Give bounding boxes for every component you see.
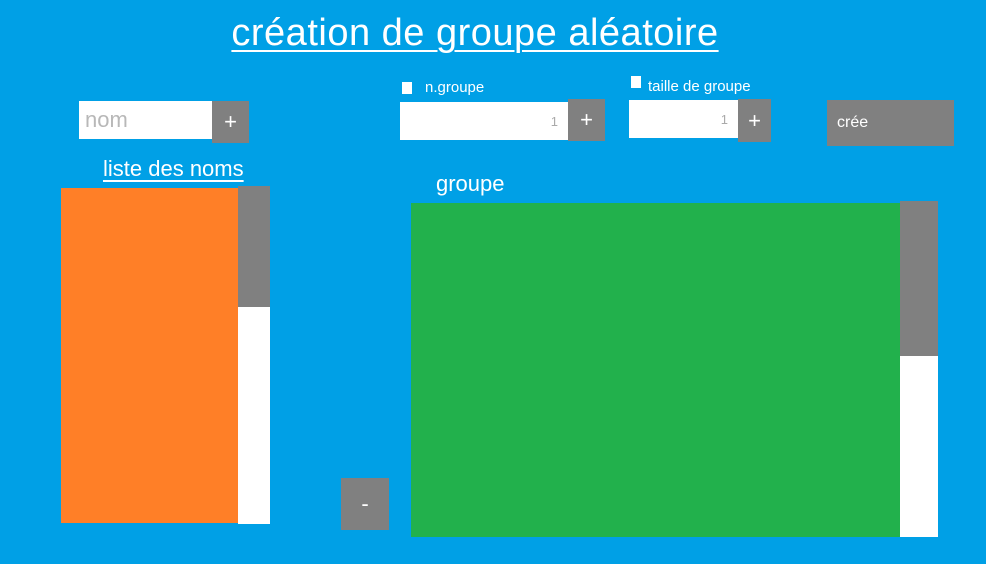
groups-panel[interactable] [411, 203, 901, 537]
names-list-scroll-thumb[interactable] [238, 186, 270, 307]
create-button[interactable]: crée [827, 100, 954, 146]
group-count-label: n.groupe [425, 79, 485, 96]
groups-panel-scroll-thumb[interactable] [900, 201, 938, 356]
group-size-input[interactable] [629, 100, 738, 138]
group-size-increment-button[interactable]: + [738, 99, 771, 142]
name-input[interactable] [79, 101, 212, 139]
group-count-input[interactable] [400, 102, 568, 140]
names-list-heading: liste des noms [103, 156, 244, 181]
group-count-increment-button[interactable]: + [568, 99, 605, 141]
add-name-button[interactable]: + [212, 101, 249, 143]
group-count-checkbox[interactable] [402, 82, 412, 94]
groups-heading: groupe [436, 171, 505, 196]
remove-name-button[interactable]: - [341, 478, 389, 530]
group-size-checkbox[interactable] [631, 76, 641, 88]
names-list[interactable] [61, 188, 238, 523]
group-size-label: taille de groupe [648, 78, 751, 95]
page-title: création de groupe aléatoire [231, 12, 719, 54]
